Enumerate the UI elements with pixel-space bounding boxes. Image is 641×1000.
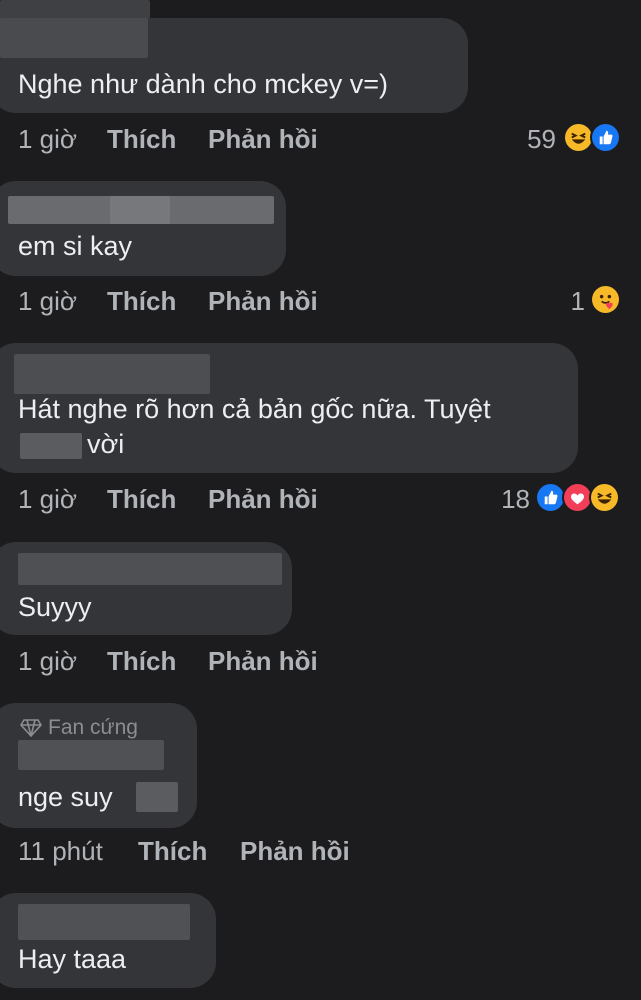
reply-button[interactable]: Phản hồi xyxy=(208,484,318,515)
redacted-text xyxy=(136,782,178,812)
reaction-count[interactable]: 18 xyxy=(480,484,530,515)
redacted-author-name xyxy=(0,18,148,58)
comment-text: nge suy xyxy=(18,782,113,812)
comment-text: Nghe như dành cho mckey v=) xyxy=(18,69,389,99)
care-icon xyxy=(590,284,621,315)
diamond-icon xyxy=(20,719,42,738)
like-button[interactable]: Thích xyxy=(138,836,207,867)
comment-text: Hay taaa xyxy=(18,944,127,974)
fan-badge-label: Fan cứng xyxy=(48,716,138,739)
like-button[interactable]: Thích xyxy=(107,646,176,677)
reaction-count[interactable]: 1 xyxy=(540,286,585,317)
redacted-author-name xyxy=(14,354,210,394)
comment-text: Suyyy xyxy=(18,592,92,622)
like-button[interactable]: Thích xyxy=(107,124,176,155)
like-button[interactable]: Thích xyxy=(107,484,176,515)
reply-button[interactable]: Phản hồi xyxy=(240,836,350,867)
like-button[interactable]: Thích xyxy=(107,286,176,317)
comment-time[interactable]: 1 giờ xyxy=(18,286,77,317)
comment-time[interactable]: 1 giờ xyxy=(18,646,77,677)
comment-text-line-2: vời xyxy=(87,429,125,459)
like-icon xyxy=(590,122,621,153)
comment-text: em si kay xyxy=(18,231,133,261)
comment-time[interactable]: 1 giờ xyxy=(18,124,77,155)
redacted-author-name xyxy=(110,196,170,224)
comment-text-line-1: Hát nghe rõ hơn cả bản gốc nữa. Tuyệt xyxy=(18,394,491,424)
reply-button[interactable]: Phản hồi xyxy=(208,646,318,677)
fan-badge: Fan cứng xyxy=(20,716,138,740)
redacted-text xyxy=(20,433,82,459)
reaction-count[interactable]: 59 xyxy=(500,124,556,155)
redacted-author-name xyxy=(18,904,190,940)
redacted-author-name xyxy=(18,740,164,770)
comment-time[interactable]: 11 phút xyxy=(18,836,103,867)
reply-button[interactable]: Phản hồi xyxy=(208,286,318,317)
reply-button[interactable]: Phản hồi xyxy=(208,124,318,155)
comment-time[interactable]: 1 giờ xyxy=(18,484,77,515)
redacted-author-name xyxy=(18,553,282,585)
haha-icon xyxy=(589,482,620,513)
